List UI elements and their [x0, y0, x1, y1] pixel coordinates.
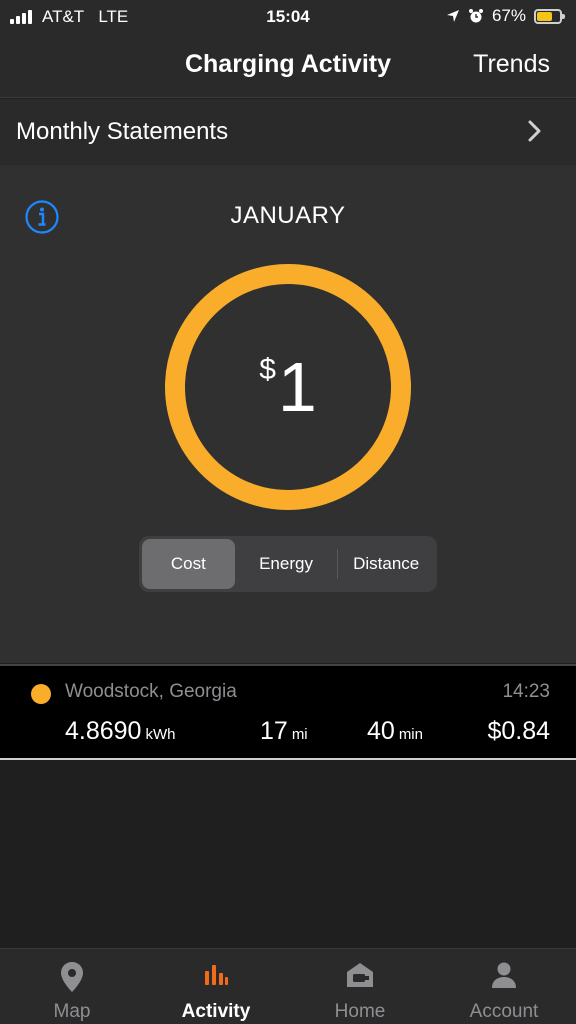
session-location: Woodstock, Georgia — [65, 681, 237, 702]
session-cost: $0.84 — [487, 717, 550, 745]
monthly-statements-label: Monthly Statements — [16, 118, 229, 145]
monthly-total: $ 1 — [164, 263, 412, 511]
nav-header: Charging Activity Trends — [0, 34, 576, 98]
charging-session-row[interactable]: Woodstock, Georgia 14:23 4.8690 kWh 17 mi … — [0, 664, 576, 760]
distance-value: 17 — [260, 717, 288, 745]
activity-bars-icon — [205, 965, 228, 985]
person-icon — [492, 962, 516, 988]
tab-account[interactable]: Account — [432, 949, 576, 1024]
session-duration: 40 min — [367, 717, 423, 746]
session-distance: 17 mi — [260, 717, 308, 746]
battery-percent: 67% — [491, 6, 526, 25]
chevron-right-icon — [528, 120, 541, 142]
segment-cost[interactable]: Cost — [142, 539, 235, 589]
tab-activity-label: Activity — [181, 1001, 251, 1022]
home-charger-icon — [347, 963, 373, 987]
duration-unit: min — [398, 726, 423, 743]
status-bar: AT&T LTE 15:04 67% — [0, 0, 576, 34]
monthly-statements-row[interactable]: Monthly Statements — [0, 99, 576, 165]
segment-energy[interactable]: Energy — [235, 539, 338, 589]
battery-icon — [534, 8, 565, 24]
trends-button[interactable]: Trends — [473, 50, 550, 79]
alarm-icon — [468, 9, 483, 23]
status-right: 67% — [446, 6, 565, 26]
session-time: 14:23 — [502, 681, 550, 702]
total-amount: 1 — [277, 348, 317, 426]
session-energy: 4.8690 kWh — [65, 717, 175, 746]
tab-account-label: Account — [469, 1001, 539, 1022]
map-pin-icon — [61, 962, 83, 992]
tab-home-label: Home — [334, 1001, 386, 1022]
energy-unit: kWh — [145, 726, 176, 743]
currency-symbol: $ — [259, 353, 276, 386]
distance-unit: mi — [291, 726, 308, 743]
energy-value: 4.8690 — [65, 717, 142, 745]
session-status-dot — [31, 684, 51, 704]
month-label: JANUARY — [230, 202, 346, 229]
tab-map[interactable]: Map — [0, 949, 144, 1024]
tab-bar: Map Activity Home Account — [0, 948, 576, 1024]
duration-value: 40 — [367, 717, 395, 745]
monthly-summary: JANUARY $ 1 Cost Energy Distance — [0, 165, 576, 663]
segment-distance[interactable]: Distance — [338, 539, 434, 589]
tab-map-label: Map — [53, 1001, 91, 1022]
metric-segmented-control: Cost Energy Distance — [139, 536, 437, 592]
location-arrow-icon — [446, 10, 459, 22]
tab-home[interactable]: Home — [288, 949, 432, 1024]
tab-activity[interactable]: Activity — [144, 949, 288, 1024]
